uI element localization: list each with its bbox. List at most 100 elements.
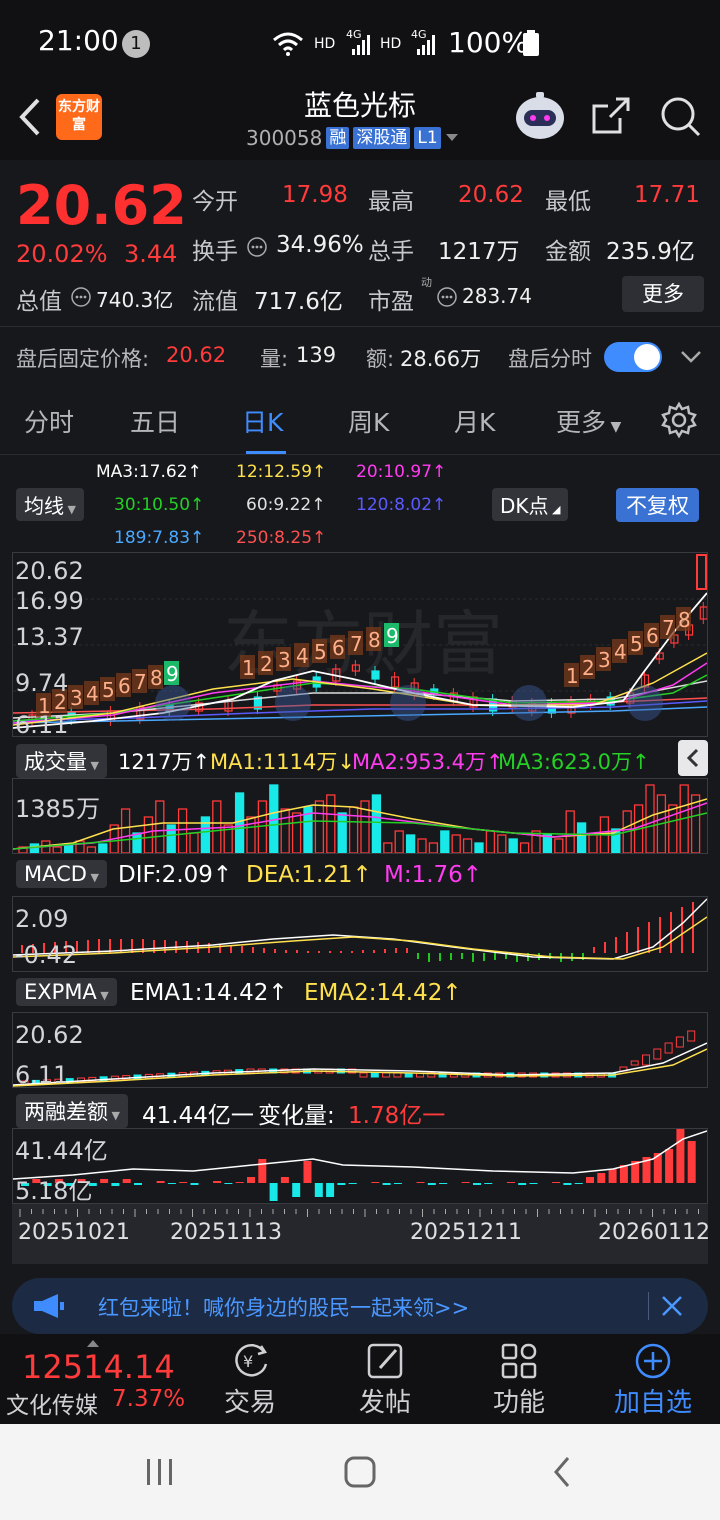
- promo-banner[interactable]: 红包来啦！喊你身边的股民一起来领>>: [12, 1278, 708, 1334]
- volume-bar: [497, 834, 507, 854]
- pe-label: 市盈: [368, 289, 414, 315]
- sequence-number: 4: [614, 640, 627, 664]
- recent-apps-icon[interactable]: [144, 1456, 176, 1488]
- event-marker[interactable]: [627, 685, 663, 721]
- macd-bar: [637, 927, 639, 953]
- volume-bar: [291, 812, 302, 854]
- grid-apps-icon: [501, 1343, 537, 1379]
- back-icon[interactable]: [548, 1454, 576, 1490]
- after-amt-value: 28.66万: [400, 347, 482, 371]
- macd-indicator-button[interactable]: MACD ▼: [16, 860, 107, 888]
- ma-selector-button[interactable]: 均线 ▼: [16, 488, 84, 521]
- low-label: 最低: [545, 189, 591, 215]
- expma-ema1: EMA1:14.42↑: [130, 980, 288, 1006]
- macd-bar: [461, 953, 463, 959]
- more-button[interactable]: 更多: [622, 276, 704, 312]
- macd-axis-label: -0.42: [15, 941, 77, 969]
- functions-button[interactable]: 功能: [474, 1334, 564, 1424]
- volume-bar: [98, 843, 108, 854]
- no-adjust-button[interactable]: 不复权: [616, 488, 699, 522]
- macd-bar: [263, 948, 265, 953]
- info-dots-icon[interactable]: [436, 286, 458, 308]
- tab-more[interactable]: 更多 ▼: [556, 403, 621, 439]
- notification-count: 1: [122, 30, 150, 58]
- search-icon[interactable]: [658, 94, 702, 138]
- margin-indicator-button[interactable]: 两融差额 ▼: [16, 1094, 128, 1128]
- pe-value: 283.74: [462, 284, 532, 308]
- macd-svg: 2.09 -0.42: [12, 898, 708, 969]
- tab-intraday[interactable]: 分时: [24, 403, 74, 439]
- index-name[interactable]: 文化传媒: [6, 1386, 98, 1420]
- macd-bar: [406, 948, 408, 953]
- chevron-down-icon[interactable]: [680, 350, 702, 364]
- volume-bar: [337, 812, 347, 854]
- change-percent: 20.02%: [16, 240, 108, 268]
- expma-axis-label: 6.11: [15, 1061, 68, 1087]
- info-dots-icon[interactable]: [70, 286, 92, 308]
- margin-bar: [292, 1183, 301, 1197]
- ma3-value: MA3:17.62↑: [96, 462, 202, 482]
- margin-bar: [280, 1177, 289, 1183]
- macd-chart[interactable]: 2.09 -0.42: [12, 896, 708, 972]
- add-watchlist-button[interactable]: 加自选: [608, 1334, 698, 1424]
- float-value: 717.6亿: [254, 289, 343, 315]
- expma-indicator-button[interactable]: EXPMA ▼: [16, 978, 117, 1006]
- stock-code-row: 300058 融 深股通 L1: [246, 126, 459, 150]
- event-marker[interactable]: [275, 685, 311, 721]
- tab-daily-k[interactable]: 日K: [242, 403, 283, 439]
- caret-up-icon: [87, 1340, 99, 1347]
- macd-bar: [274, 949, 276, 953]
- post-button[interactable]: 发帖: [340, 1334, 430, 1424]
- chevron-down-icon[interactable]: [445, 133, 459, 143]
- trade-button[interactable]: ¥ 交易: [205, 1334, 295, 1424]
- edit-icon: [367, 1343, 403, 1379]
- kline-axis-label: 13.37: [15, 623, 84, 651]
- margin-bar: [461, 1182, 470, 1183]
- chevron-left-icon: [686, 748, 699, 768]
- volume-bar: [668, 804, 678, 854]
- volume-indicator-button[interactable]: 成交量 ▼: [16, 744, 107, 778]
- macd-bar: [252, 947, 254, 953]
- expma-chart[interactable]: 20.62 6.11: [12, 1012, 708, 1089]
- dk-point-button[interactable]: DK点 ◢: [492, 488, 569, 521]
- margin-bar: [100, 1179, 109, 1183]
- margin-chart[interactable]: 41.44亿 5.18亿: [12, 1125, 708, 1205]
- home-icon[interactable]: [342, 1454, 378, 1490]
- volume-bar: [542, 834, 553, 854]
- sequence-number: 4: [296, 644, 309, 668]
- kline-chart[interactable]: 东方财富 12345678912345678912345678 20.62 16…: [12, 552, 708, 739]
- sequence-number: 1: [242, 656, 255, 680]
- info-dots-icon[interactable]: [246, 236, 268, 258]
- expma-candle: [675, 1036, 684, 1048]
- after-vol-value: 139: [296, 343, 337, 367]
- active-tab-indicator: [246, 451, 286, 454]
- svg-text:¥: ¥: [243, 1352, 253, 1371]
- gear-icon[interactable]: [660, 401, 698, 439]
- volume-chart[interactable]: 1385万: [12, 778, 708, 854]
- tag-level: L1: [414, 127, 441, 149]
- expma-line-1: [12, 1042, 708, 1086]
- volume-ma1: MA1:1114万↓: [210, 750, 355, 774]
- tab-five-day[interactable]: 五日: [130, 403, 180, 439]
- event-marker[interactable]: [155, 685, 191, 721]
- macd-bar: [373, 950, 375, 953]
- event-marker[interactable]: [511, 685, 547, 721]
- period-tabs: 分时 五日 日K 周K 月K 更多 ▼: [0, 385, 720, 455]
- close-icon[interactable]: [660, 1294, 684, 1318]
- collapse-panel-button[interactable]: [678, 740, 708, 776]
- tab-weekly-k[interactable]: 周K: [348, 403, 389, 439]
- volume-bar: [326, 794, 336, 854]
- robot-assistant-icon[interactable]: [512, 90, 568, 142]
- tab-monthly-k[interactable]: 月K: [454, 403, 495, 439]
- mktcap-label: 总值: [16, 289, 62, 315]
- macd-bar: [483, 953, 485, 961]
- after-hours-toggle[interactable]: [604, 342, 662, 372]
- index-value[interactable]: 12514.14: [22, 1348, 175, 1386]
- margin-bar: [224, 1183, 233, 1184]
- expma-candle: [393, 1072, 402, 1078]
- volume-bar: [394, 830, 404, 854]
- event-marker[interactable]: [390, 685, 426, 721]
- share-icon[interactable]: [590, 96, 632, 136]
- margin-bar: [122, 1179, 131, 1183]
- date-label: 20260112: [598, 1220, 710, 1245]
